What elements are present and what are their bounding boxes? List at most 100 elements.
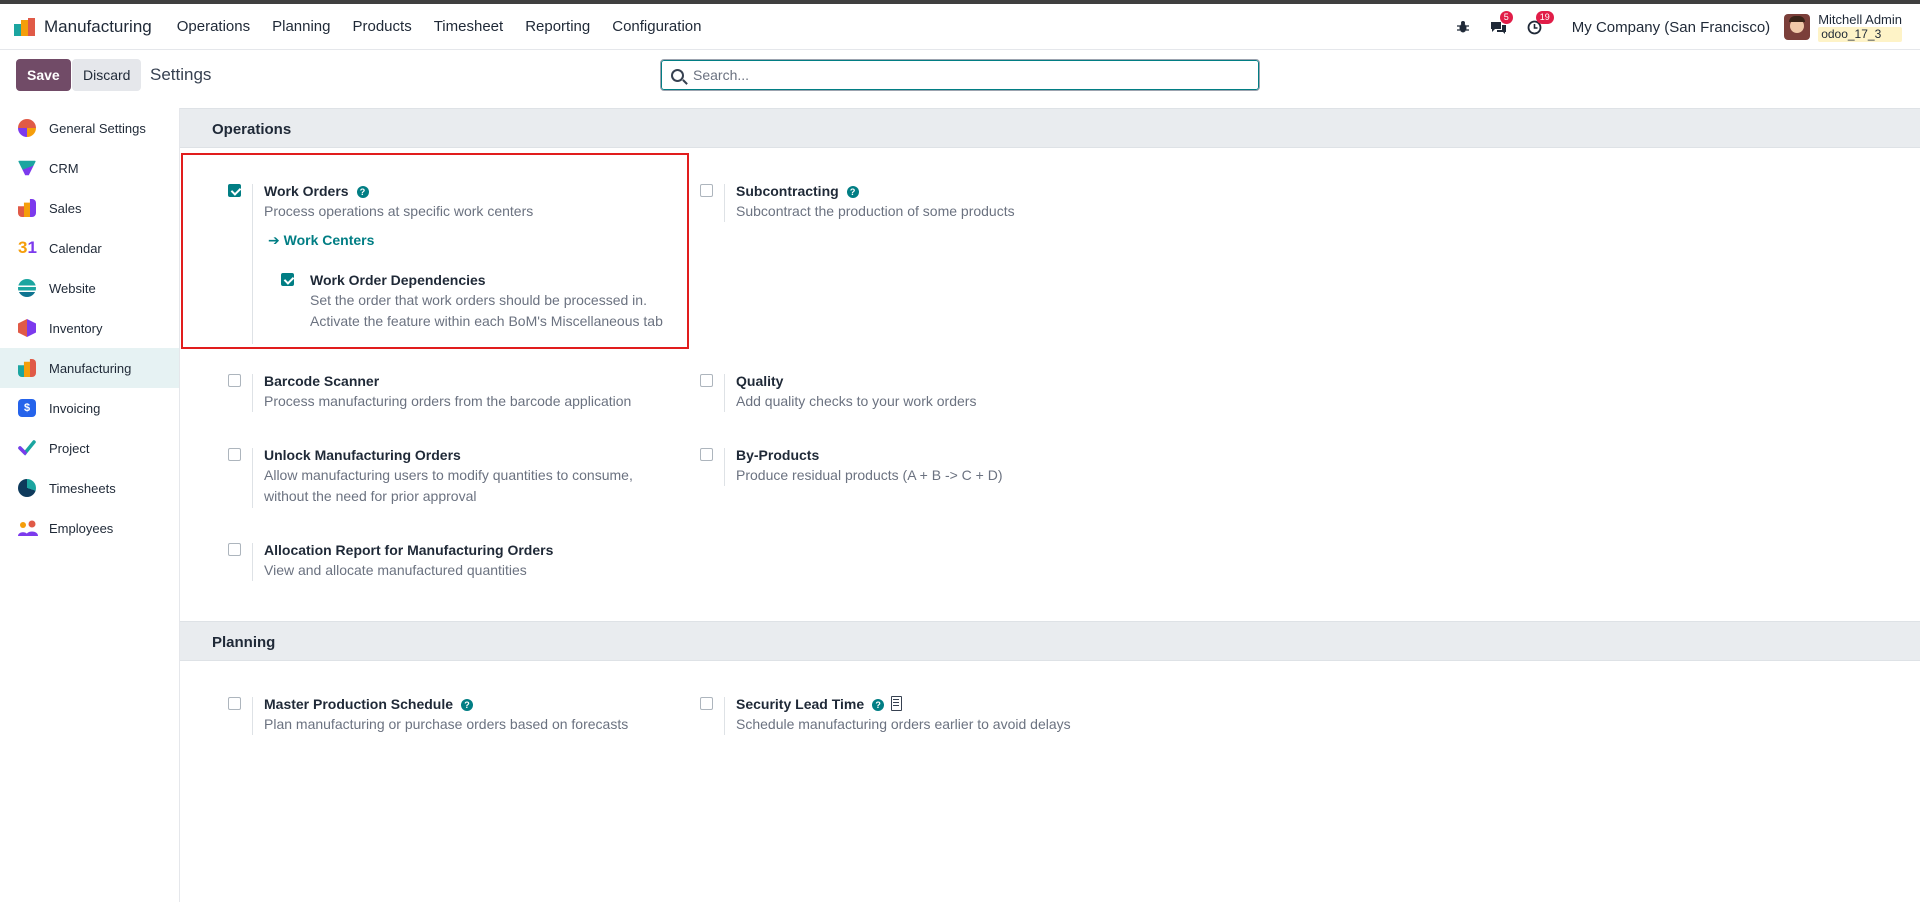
allocation-report-checkbox[interactable] [228,543,241,556]
link-label: Work Centers [283,232,375,248]
work-orders-checkbox[interactable] [228,184,241,197]
database-name: odoo_17_3 [1818,27,1902,42]
quality-checkbox[interactable] [700,374,713,387]
planning-section-header: Planning [180,621,1920,661]
general-settings-icon [18,119,36,137]
work-order-dependencies-title: Work Order Dependencies [310,272,486,288]
menu-configuration[interactable]: Configuration [601,18,712,35]
divider [252,697,253,735]
quality-title: Quality [736,373,784,389]
messages-badge: 5 [1499,11,1513,24]
timesheets-icon [18,479,36,497]
work-order-dependencies-checkbox[interactable] [281,273,294,286]
sidebar-item-label: Website [49,280,96,296]
sidebar-item-manufacturing[interactable]: Manufacturing [0,348,179,388]
sidebar-item-employees[interactable]: Employees [0,508,179,548]
setting-allocation-report: Allocation Report for Manufacturing Orde… [180,527,640,587]
mps-title: Master Production Schedule [264,696,454,712]
setting-master-production-schedule: Master Production Schedule? Plan manufac… [180,681,640,741]
security-lead-time-title: Security Lead Time [736,696,865,712]
search-input[interactable]: Search... [660,59,1260,91]
user-avatar[interactable] [1784,14,1811,40]
sidebar-item-sales[interactable]: Sales [0,188,179,228]
menu-timesheet[interactable]: Timesheet [423,18,514,35]
setting-description: Subcontract the production of some produ… [736,203,1015,219]
website-icon [18,279,36,297]
setting-barcode-scanner: Barcode Scanner Process manufacturing or… [180,358,640,418]
setting-description: Process operations at specific work cent… [264,203,534,219]
help-icon[interactable]: ? [872,699,885,711]
search-placeholder: Search... [693,67,750,83]
setting-title: Subcontracting? [736,183,859,199]
discard-button[interactable]: Discard [72,59,142,91]
by-products-checkbox[interactable] [700,448,713,461]
subcontracting-checkbox[interactable] [700,184,713,197]
user-menu[interactable]: Mitchell Admin odoo_17_3 [1818,12,1902,42]
sidebar-item-timesheets[interactable]: Timesheets [0,468,179,508]
help-icon[interactable]: ? [356,186,369,198]
divider [724,697,725,735]
app-name[interactable]: Manufacturing [44,17,152,37]
divider [252,448,253,508]
divider [724,184,725,222]
sidebar-item-project[interactable]: Project [0,428,179,468]
sidebar-item-invoicing[interactable]: $ Invoicing [0,388,179,428]
save-button[interactable]: Save [16,59,71,91]
search-icon [671,68,684,82]
sidebar-item-inventory[interactable]: Inventory [0,308,179,348]
setting-title: Work Orders? [264,183,369,199]
by-products-title: By-Products [736,447,820,463]
sidebar-item-calendar[interactable]: 31 Calendar [0,228,179,268]
sidebar-item-website[interactable]: Website [0,268,179,308]
setting-subcontracting: Subcontracting? Subcontract the producti… [652,168,1112,228]
section-title: Planning [212,634,276,651]
company-switcher[interactable]: My Company (San Francisco) [1572,19,1770,36]
sidebar-item-label: General Settings [49,120,146,136]
menu-operations[interactable]: Operations [166,18,261,35]
mps-checkbox[interactable] [228,697,241,710]
setting-description: Add quality checks to your work orders [736,393,977,409]
activities-clock-icon[interactable]: 19 [1526,11,1554,36]
sidebar-item-label: Invoicing [49,400,101,416]
setting-description: Process manufacturing orders from the ba… [264,393,632,409]
main-navbar: Manufacturing Operations Planning Produc… [0,4,1920,50]
unlock-mo-title: Unlock Manufacturing Orders [264,447,461,463]
sales-icon [18,199,36,217]
sidebar-item-label: Sales [49,200,82,216]
setting-description: Schedule manufacturing orders earlier to… [736,716,1071,732]
setting-unlock-manufacturing-orders: Unlock Manufacturing Orders Allow manufa… [180,432,640,512]
sidebar-item-label: Timesheets [49,480,116,496]
arrow-right-icon: ➔ [268,232,280,248]
help-icon[interactable]: ? [846,186,859,198]
divider [252,374,253,412]
messages-chat-icon[interactable]: 5 [1490,11,1513,36]
employees-icon [18,519,38,537]
manufacturing-app-icon[interactable] [14,17,36,36]
divider [724,374,725,412]
setting-work-orders: Work Orders? Process operations at speci… [180,168,663,348]
setting-title: Security Lead Time? [736,696,903,712]
unlock-mo-checkbox[interactable] [228,448,241,461]
divider [252,543,253,581]
sidebar-item-label: Project [49,440,90,456]
sidebar-item-general-settings[interactable]: General Settings [0,108,179,148]
barcode-scanner-title: Barcode Scanner [264,373,380,389]
menu-reporting[interactable]: Reporting [514,18,601,35]
menu-planning[interactable]: Planning [261,18,341,35]
operations-section-header: Operations [180,108,1920,148]
menu-products[interactable]: Products [342,18,423,35]
help-icon[interactable]: ? [461,699,474,711]
settings-content: Operations Work Orders? Process operatio… [180,108,1920,902]
sidebar-item-label: Inventory [49,320,103,336]
debug-bug-icon[interactable] [1454,18,1472,36]
work-centers-link[interactable]: ➔ Work Centers [268,232,374,249]
section-title: Operations [212,121,292,138]
setting-description: Allow manufacturing users to modify quan… [264,467,633,504]
documentation-icon[interactable] [891,696,903,711]
settings-app-sidebar: General Settings CRM Sales 31 Calendar W… [0,108,180,902]
barcode-scanner-checkbox[interactable] [228,374,241,387]
security-lead-time-checkbox[interactable] [700,697,713,710]
sidebar-item-crm[interactable]: CRM [0,148,179,188]
work-orders-title: Work Orders [264,183,349,199]
sidebar-item-label: Employees [49,520,114,536]
